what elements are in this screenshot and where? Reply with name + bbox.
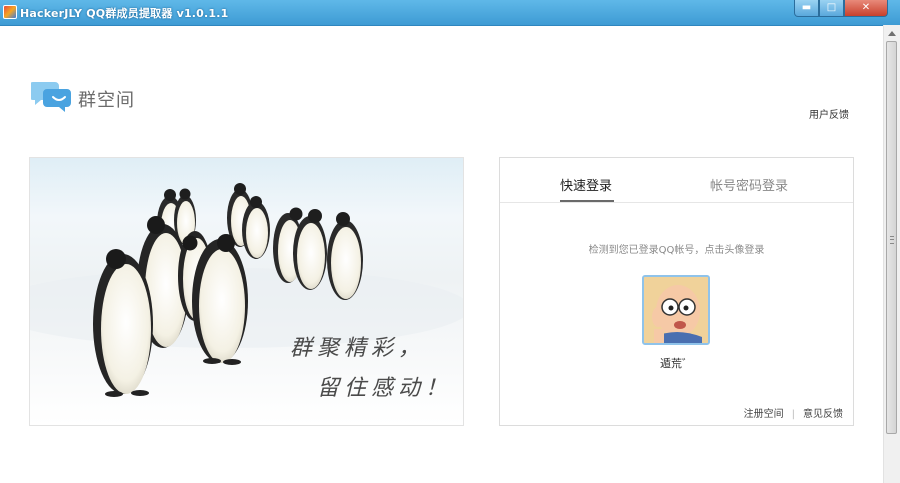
logo-text: 群空间	[78, 90, 135, 111]
vertical-scrollbar[interactable]	[883, 25, 900, 483]
close-button[interactable]: ✕	[844, 0, 888, 17]
login-panel: 快速登录 帐号密码登录 检测到您已登录QQ帐号，点击头像登录 遁荒゛ 注册空间 |…	[499, 157, 854, 426]
window-title: HackerJLY QQ群成员提取器 v1.0.1.1	[20, 7, 229, 20]
app-icon	[3, 5, 17, 19]
register-link[interactable]: 注册空间	[744, 409, 784, 420]
chat-bubbles-logo-icon	[31, 82, 71, 112]
hero-caption-line1: 群聚精彩，	[290, 336, 426, 361]
scrollbar-thumb[interactable]	[886, 41, 897, 434]
tab-quick-login[interactable]: 快速登录	[560, 175, 612, 194]
hero-caption-line2: 留住感动！	[317, 376, 453, 401]
login-tabs: 快速登录 帐号密码登录	[500, 158, 853, 203]
user-avatar[interactable]	[642, 275, 710, 345]
login-footer-links: 注册空间 | 意见反馈	[744, 405, 843, 420]
maximize-button[interactable]: □	[819, 0, 844, 17]
window-controls: ▬ □ ✕	[794, 0, 888, 17]
minimize-button[interactable]: ▬	[794, 0, 819, 17]
window-titlebar[interactable]: HackerJLY QQ群成员提取器 v1.0.1.1 ▬ □ ✕	[0, 0, 900, 26]
cartoon-face-avatar-icon	[644, 277, 708, 343]
user-nickname: 遁荒゛	[660, 357, 693, 370]
opinion-feedback-link[interactable]: 意见反馈	[803, 409, 843, 420]
tab-password-login[interactable]: 帐号密码登录	[710, 175, 788, 194]
penguin-mid-3	[327, 212, 363, 300]
penguin-mid-2	[293, 209, 327, 290]
user-feedback-link[interactable]: 用户反馈	[809, 106, 849, 121]
hero-banner-image: 群聚精彩， 留住感动！	[29, 157, 464, 426]
link-separator: |	[791, 409, 795, 420]
scroll-up-arrow-icon[interactable]	[888, 31, 896, 36]
active-tab-indicator	[560, 200, 614, 202]
login-hint: 检测到您已登录QQ帐号，点击头像登录	[588, 245, 765, 256]
grip-icon	[890, 236, 894, 244]
